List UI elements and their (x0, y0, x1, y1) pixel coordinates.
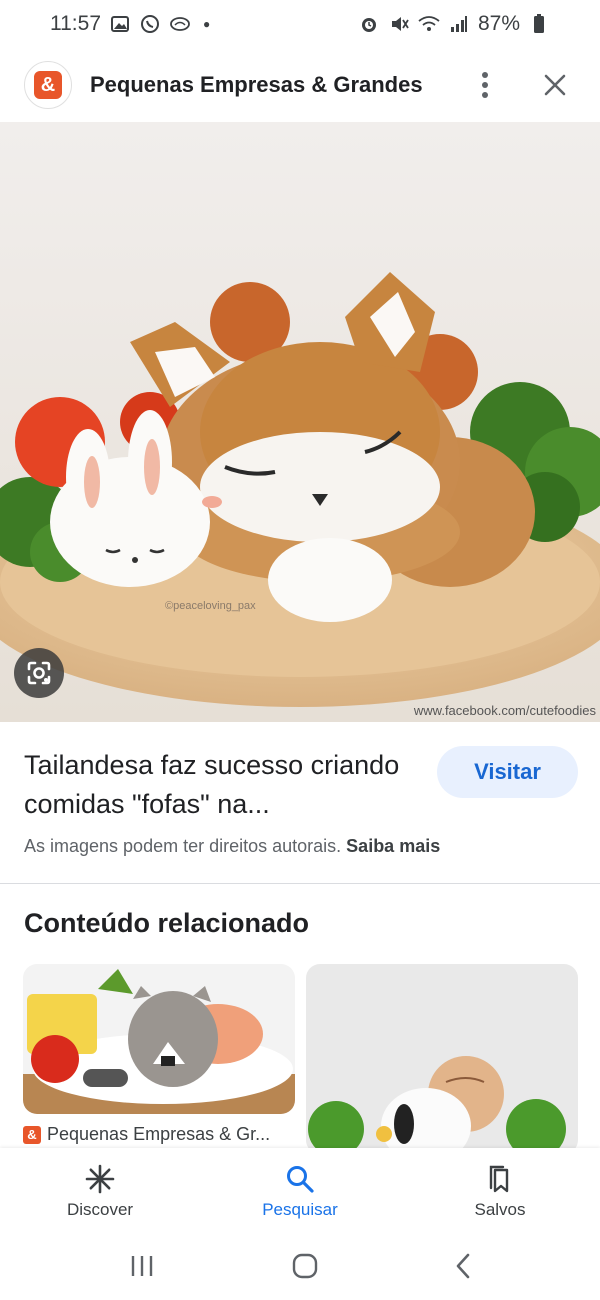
battery-level: 87% (477, 12, 520, 35)
learn-more-link[interactable]: Saiba mais (346, 836, 440, 856)
asterisk-icon (85, 1164, 115, 1194)
google-lens-button[interactable] (14, 648, 64, 698)
favicon-glyph: & (34, 71, 62, 99)
battery-icon (528, 13, 550, 35)
related-card[interactable] (306, 964, 578, 1154)
nav-search-label: Pesquisar (262, 1200, 338, 1219)
visit-button[interactable]: Visitar (437, 746, 578, 798)
bookmarks-icon (489, 1165, 509, 1193)
whatsapp-icon (139, 13, 161, 35)
nav-saved[interactable]: Salvos (400, 1148, 600, 1236)
image-credit: ©peaceloving_pax (165, 600, 256, 612)
related-card-source[interactable]: & Pequenas Empresas & Gr... (23, 1124, 270, 1145)
signal-icon (448, 13, 470, 35)
close-button[interactable] (534, 64, 576, 106)
notification-dot-icon: ● (203, 17, 211, 31)
system-navigation-bar (0, 1236, 600, 1300)
status-bar: 11:57 ● 87% (0, 0, 600, 48)
mute-icon (388, 13, 410, 35)
home-icon (292, 1253, 318, 1278)
related-thumbnail (306, 964, 578, 1154)
related-thumbnail (23, 964, 295, 1114)
related-heading: Conteúdo relacionado (24, 908, 310, 938)
lens-icon (27, 661, 51, 685)
source-title-text: Pequenas Empresas & Grandes (90, 72, 423, 97)
status-time: 11:57 (50, 12, 101, 35)
copyright-text: As imagens podem ter direitos autorais. (24, 836, 342, 856)
source-title[interactable]: Pequenas Empresas & Grandes ... (90, 72, 430, 98)
back-button[interactable] (455, 1253, 471, 1284)
alarm-icon (358, 13, 380, 35)
result-info: Tailandesa faz sucesso criando comidas "… (0, 722, 600, 884)
source-favicon-icon: & (23, 1125, 41, 1144)
nav-search[interactable]: Pesquisar (200, 1148, 400, 1236)
site-favicon[interactable]: & (24, 61, 72, 109)
image-viewer-header: & Pequenas Empresas & Grandes ... (0, 48, 600, 122)
home-button[interactable] (292, 1253, 318, 1284)
close-icon (544, 74, 566, 96)
cloud-icon (169, 13, 191, 35)
nav-saved-label: Salvos (474, 1200, 526, 1219)
related-card[interactable] (23, 964, 295, 1114)
gallery-icon (109, 13, 131, 35)
image-watermark: www.facebook.com/cutefoodies (413, 703, 596, 718)
bottom-navigation: Discover Pesquisar Salvos (0, 1148, 600, 1236)
search-icon (287, 1166, 314, 1193)
back-icon (457, 1253, 470, 1278)
nav-discover[interactable]: Discover (0, 1148, 200, 1236)
recent-apps-icon (131, 1255, 152, 1276)
nav-discover-label: Discover (66, 1200, 134, 1219)
result-title[interactable]: Tailandesa faz sucesso criando comidas "… (24, 746, 414, 824)
more-vert-icon (482, 72, 488, 98)
related-source-text: Pequenas Empresas & Gr... (47, 1124, 271, 1144)
recent-apps-button[interactable] (129, 1255, 155, 1282)
wifi-icon (418, 13, 440, 35)
copyright-notice: As imagens podem ter direitos autorais. … (24, 836, 440, 857)
hero-image[interactable]: ©peaceloving_pax www.facebook.com/cutefo… (0, 122, 600, 722)
more-options-button[interactable] (464, 64, 506, 106)
